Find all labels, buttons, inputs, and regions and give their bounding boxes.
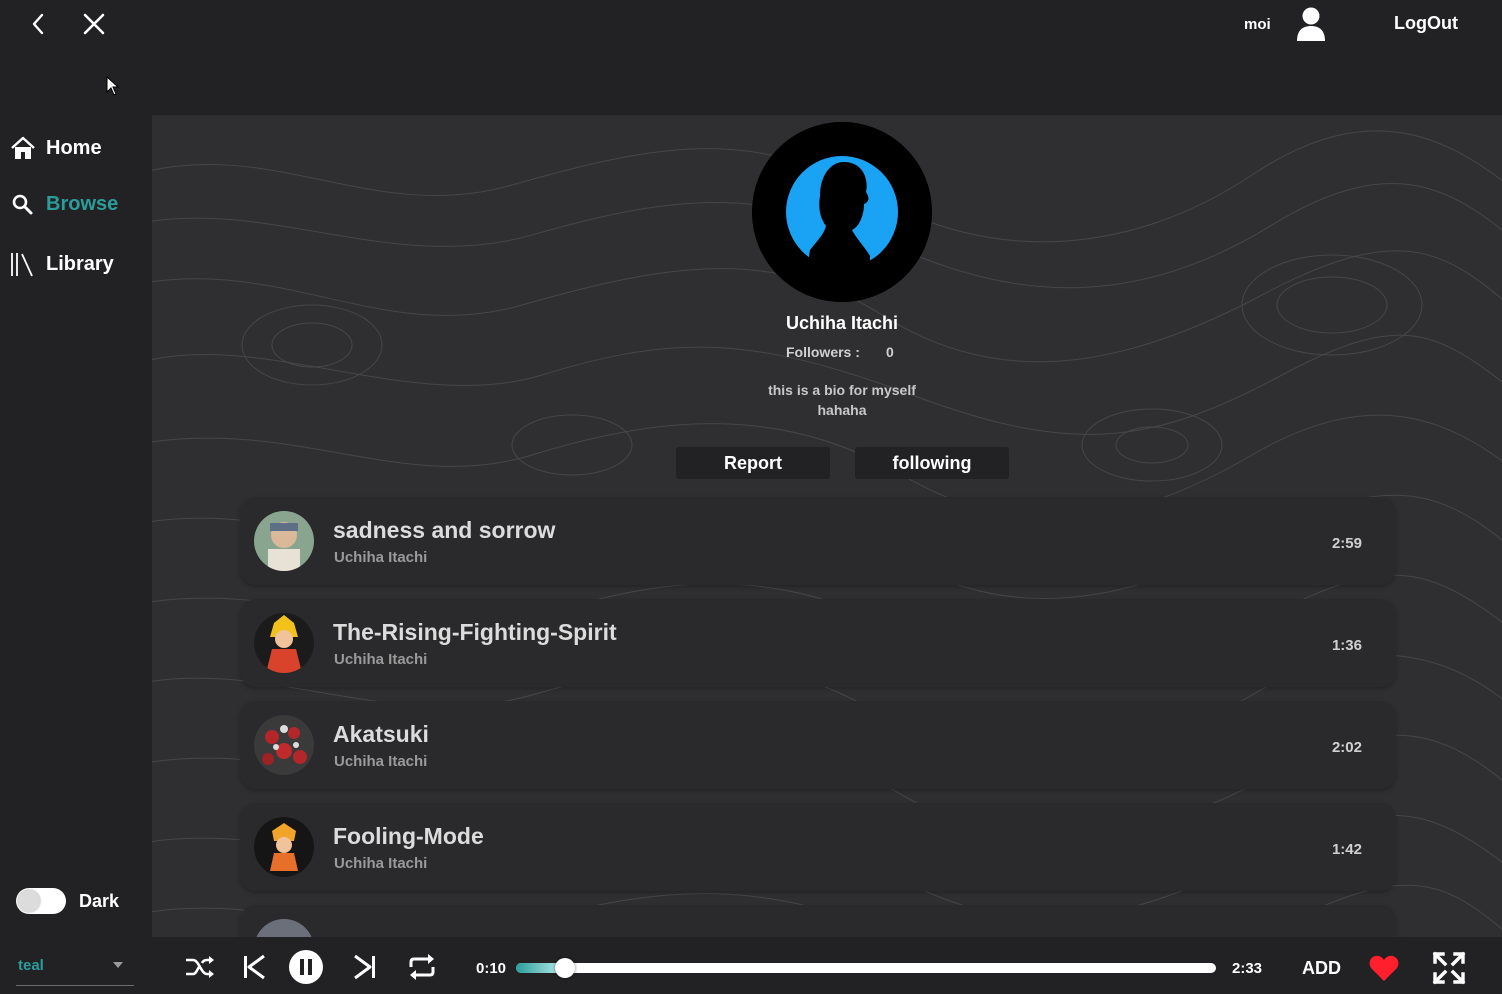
previous-track-icon[interactable]	[238, 950, 272, 984]
close-icon[interactable]	[80, 10, 108, 38]
username-label: moi	[1244, 16, 1271, 33]
library-icon	[11, 253, 33, 277]
profile-avatar	[752, 122, 932, 302]
track-cover	[254, 613, 314, 673]
track-cover	[254, 919, 314, 937]
profile-silhouette-icon	[752, 122, 932, 302]
caret-down-icon	[113, 962, 123, 968]
bio-line: hahaha	[817, 402, 867, 418]
progress-knob[interactable]	[555, 958, 575, 978]
toggle-label: Dark	[79, 890, 120, 911]
following-button[interactable]: following	[855, 447, 1009, 479]
toggle-knob	[18, 890, 40, 912]
track-row[interactable]: sadness and sorrow Uchiha Itachi 2:59	[240, 497, 1396, 585]
track-cover	[254, 817, 314, 877]
profile-name: Uchiha Itachi	[785, 313, 899, 333]
total-time: 2:33	[1232, 960, 1263, 977]
sidebar-item-label: Library	[46, 252, 114, 275]
dark-mode-toggle[interactable]: Dark	[16, 888, 119, 914]
track-artist: Uchiha Itachi	[334, 753, 428, 770]
chevron-left-icon[interactable]	[25, 10, 53, 38]
mouse-cursor-icon	[106, 76, 120, 96]
top-bar: moi LogOut	[0, 0, 1502, 115]
track-duration: 2:02	[1331, 739, 1362, 756]
player-bar: teal 0:10 2:33 ADD	[0, 937, 1502, 994]
followers-label: Followers :	[786, 344, 860, 360]
repeat-icon[interactable]	[405, 950, 439, 984]
followers-count: 0	[886, 344, 894, 360]
home-icon	[11, 136, 35, 159]
search-icon	[12, 194, 33, 215]
next-track-icon[interactable]	[347, 950, 381, 984]
sidebar: Home Browse Library Dark	[0, 115, 152, 937]
track-duration: 1:36	[1331, 637, 1362, 654]
theme-select-value: teal	[18, 957, 44, 974]
track-cover	[254, 511, 314, 571]
track-row[interactable]	[240, 905, 1396, 937]
pause-icon[interactable]	[288, 949, 324, 985]
track-row[interactable]: The-Rising-Fighting-Spirit Uchiha Itachi…	[240, 599, 1396, 687]
user-icon[interactable]	[1295, 6, 1327, 42]
logout-button[interactable]: LogOut	[1394, 13, 1458, 34]
bio-line: this is a bio for myself	[768, 382, 916, 398]
report-button[interactable]: Report	[676, 447, 830, 479]
track-artist: Uchiha Itachi	[334, 651, 428, 668]
track-title: Fooling-Mode	[333, 823, 484, 849]
heart-icon[interactable]	[1369, 954, 1399, 982]
track-artist: Uchiha Itachi	[334, 855, 428, 872]
track-duration: 2:59	[1331, 535, 1362, 552]
sidebar-item-label: Browse	[46, 192, 119, 215]
profile-bio: this is a bio for myself hahaha	[742, 380, 942, 420]
shuffle-icon[interactable]	[183, 950, 217, 984]
fullscreen-icon[interactable]	[1432, 951, 1466, 985]
add-to-playlist-button[interactable]: ADD	[1302, 958, 1341, 979]
track-artist: Uchiha Itachi	[334, 549, 428, 566]
sidebar-item-library[interactable]: Library	[10, 251, 114, 277]
current-time: 0:10	[476, 960, 507, 977]
progress-bar[interactable]	[516, 958, 1216, 978]
track-duration: 1:42	[1331, 841, 1362, 858]
track-title: Akatsuki	[333, 721, 429, 747]
sidebar-item-home[interactable]: Home	[10, 135, 102, 161]
track-row[interactable]: Akatsuki Uchiha Itachi 2:02	[240, 701, 1396, 789]
track-row[interactable]: Fooling-Mode Uchiha Itachi 1:42	[240, 803, 1396, 891]
main-content[interactable]: Uchiha Itachi Followers : 0 this is a bi…	[152, 115, 1502, 937]
sidebar-item-browse[interactable]: Browse	[10, 191, 118, 217]
track-cover	[254, 715, 314, 775]
theme-select[interactable]: teal	[16, 953, 134, 986]
track-title: sadness and sorrow	[333, 517, 556, 543]
track-title: The-Rising-Fighting-Spirit	[333, 619, 617, 645]
toggle-switch[interactable]	[16, 888, 66, 914]
sidebar-item-label: Home	[46, 136, 102, 159]
